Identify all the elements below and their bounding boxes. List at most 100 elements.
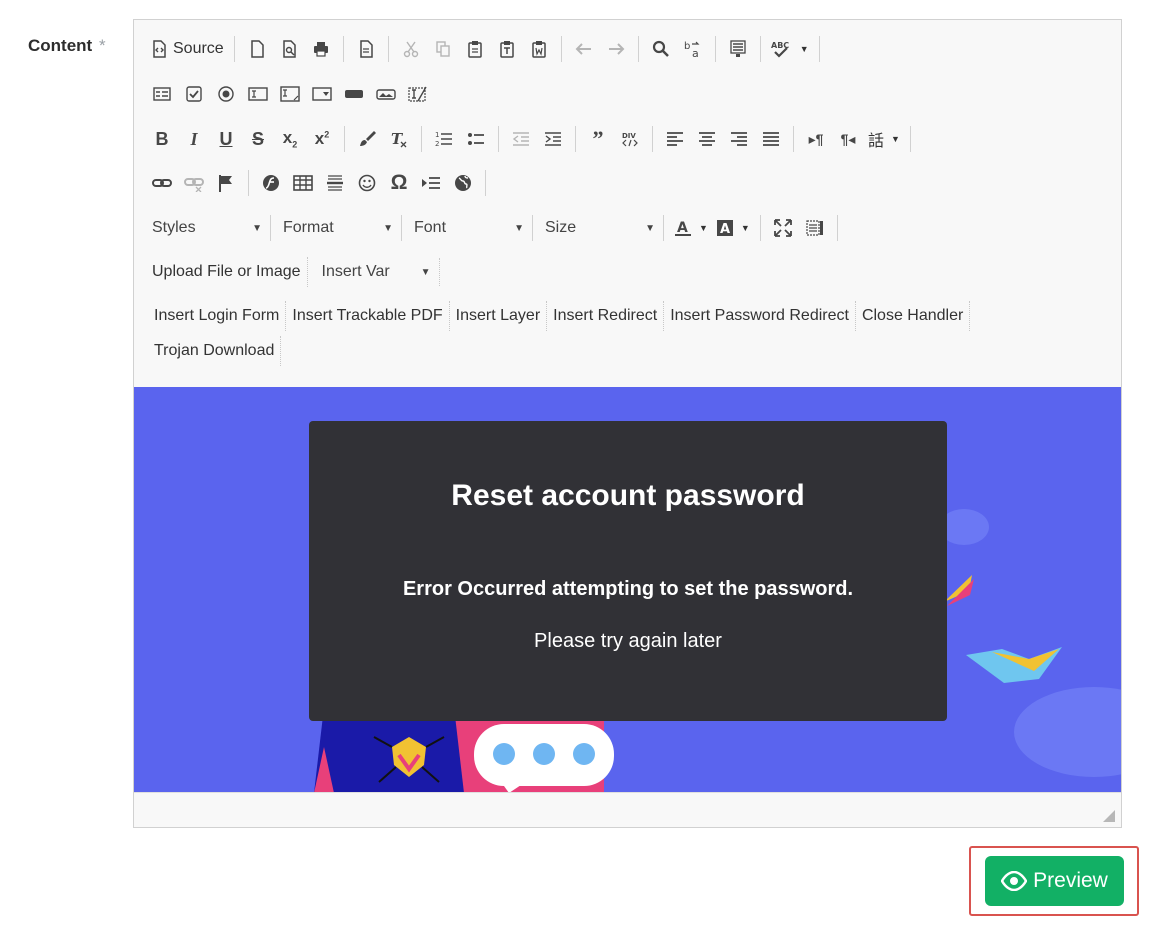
insert-redirect-button[interactable]: Insert Redirect — [547, 301, 665, 331]
paste-word-button[interactable] — [523, 35, 555, 63]
form-button[interactable] — [146, 80, 178, 108]
ltr-button[interactable]: ▸¶ — [800, 125, 832, 153]
cut-button[interactable] — [395, 35, 427, 63]
chevron-down-icon: ▼ — [645, 222, 655, 234]
image-button-button[interactable] — [370, 80, 402, 108]
superscript-button[interactable]: x2 — [306, 125, 338, 153]
preview-doc-button[interactable] — [273, 35, 305, 63]
paste-word-icon — [531, 41, 546, 58]
radio-icon — [218, 86, 234, 102]
blockquote-button[interactable]: ” — [582, 125, 614, 153]
rtl-button[interactable]: ¶◂ — [832, 125, 864, 153]
print-icon — [313, 42, 328, 57]
table-icon — [293, 175, 313, 191]
strike-button[interactable]: S — [242, 125, 274, 153]
indent-button[interactable] — [537, 125, 569, 153]
insert-layer-button[interactable]: Insert Layer — [450, 301, 548, 331]
paste-text-button[interactable] — [491, 35, 523, 63]
hidden-field-button[interactable] — [402, 80, 434, 108]
resize-handle[interactable] — [1103, 810, 1115, 822]
button-button[interactable] — [338, 80, 370, 108]
close-handler-button[interactable]: Close Handler — [856, 301, 971, 331]
copy-button[interactable] — [427, 35, 459, 63]
language-button[interactable]: 話 ▼ — [864, 125, 904, 153]
paste-icon — [467, 41, 482, 58]
insert-trackable-pdf-button[interactable]: Insert Trackable PDF — [286, 301, 450, 331]
unlink-button[interactable] — [178, 169, 210, 197]
editor-content-area[interactable]: Reset account password Error Occurred at… — [134, 387, 1121, 793]
select-all-button[interactable] — [722, 35, 754, 63]
button-field-icon — [345, 90, 363, 98]
paste-button[interactable] — [459, 35, 491, 63]
format-dropdown[interactable]: Format ▼ — [277, 214, 401, 242]
select-button[interactable] — [306, 80, 338, 108]
show-blocks-button[interactable] — [799, 214, 831, 242]
page-break-icon — [422, 177, 440, 189]
checkbox-button[interactable] — [178, 80, 210, 108]
find-button[interactable] — [645, 35, 677, 63]
create-div-button[interactable]: DIV — [614, 125, 646, 153]
align-left-button[interactable] — [659, 125, 691, 153]
outdent-button[interactable] — [505, 125, 537, 153]
font-dropdown[interactable]: Font ▼ — [408, 214, 532, 242]
smiley-button[interactable] — [351, 169, 383, 197]
page-break-button[interactable] — [415, 169, 447, 197]
replace-button[interactable]: ba — [677, 35, 709, 63]
print-button[interactable] — [305, 35, 337, 63]
background-color-icon: A — [716, 220, 733, 237]
background-color-button[interactable]: A ▼ — [712, 214, 754, 242]
justify-button[interactable] — [755, 125, 787, 153]
new-page-icon — [250, 40, 264, 58]
copy-format-button[interactable] — [351, 125, 383, 153]
toolbar-row-5: Styles ▼ Format ▼ Font ▼ Size ▼ A ▼ A ▼ — [146, 212, 844, 244]
table-button[interactable] — [287, 169, 319, 197]
chevron-down-icon: ▼ — [252, 222, 262, 234]
bulleted-list-icon — [468, 133, 484, 145]
insert-var-dropdown[interactable]: Insert Var ▼ — [308, 258, 440, 286]
reset-password-dialog: Reset account password Error Occurred at… — [309, 421, 947, 721]
preview-button[interactable]: Preview — [985, 856, 1124, 906]
bulleted-list-button[interactable] — [460, 125, 492, 153]
iframe-button[interactable] — [447, 169, 479, 197]
italic-button[interactable]: I — [178, 125, 210, 153]
radio-button[interactable] — [210, 80, 242, 108]
bold-button[interactable]: B — [146, 125, 178, 153]
trojan-download-button[interactable]: Trojan Download — [148, 336, 282, 366]
align-center-button[interactable] — [691, 125, 723, 153]
spellcheck-button[interactable]: ABC ▼ — [767, 35, 813, 63]
align-justify-icon — [763, 132, 779, 146]
size-dropdown[interactable]: Size ▼ — [539, 214, 663, 242]
select-field-icon — [312, 87, 332, 101]
underline-button[interactable]: U — [210, 125, 242, 153]
anchor-button[interactable] — [210, 169, 242, 197]
textfield-button[interactable] — [242, 80, 274, 108]
remove-format-button[interactable]: T — [383, 125, 415, 153]
insert-var-label: Insert Var — [321, 263, 390, 280]
insert-password-redirect-button[interactable]: Insert Password Redirect — [664, 301, 856, 331]
redo-button[interactable] — [600, 35, 632, 63]
flag-icon — [219, 175, 232, 192]
source-button[interactable]: Source — [146, 35, 228, 63]
special-char-button[interactable]: Ω — [383, 169, 415, 197]
textarea-button[interactable] — [274, 80, 306, 108]
horizontal-rule-button[interactable] — [319, 169, 351, 197]
flash-button[interactable] — [255, 169, 287, 197]
upload-file-button[interactable]: Upload File or Image — [146, 257, 308, 287]
undo-button[interactable] — [568, 35, 600, 63]
maximize-button[interactable] — [767, 214, 799, 242]
align-right-button[interactable] — [723, 125, 755, 153]
toolbar-row-7: Insert Login Form Insert Trackable PDF I… — [148, 300, 971, 332]
subscript-button[interactable]: x2 — [274, 125, 306, 153]
toolbar-row-4: Ω — [146, 167, 492, 199]
insert-login-form-button[interactable]: Insert Login Form — [148, 301, 287, 331]
link-button[interactable] — [146, 169, 178, 197]
svg-text:a: a — [692, 47, 699, 58]
new-page-button[interactable] — [241, 35, 273, 63]
paste-text-icon — [499, 41, 514, 58]
text-color-button[interactable]: A ▼ — [670, 214, 712, 242]
text-direction-ltr-icon: ▸¶ — [808, 130, 824, 147]
templates-icon — [359, 40, 373, 58]
styles-dropdown[interactable]: Styles ▼ — [146, 214, 270, 242]
numbered-list-button[interactable]: 12 — [428, 125, 460, 153]
templates-button[interactable] — [350, 35, 382, 63]
